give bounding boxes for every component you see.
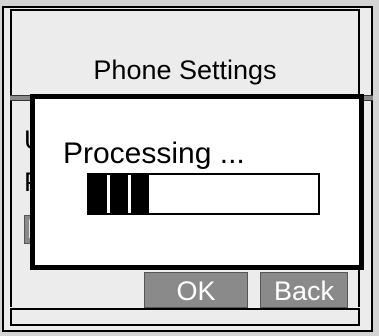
softkey-bar: OK Back [144, 272, 348, 308]
page-title: Phone Settings [93, 55, 277, 85]
bottom-strip [10, 308, 360, 326]
progress-segment [110, 175, 131, 213]
progress-fill [89, 175, 149, 213]
ok-button[interactable]: OK [144, 272, 248, 308]
progress-segment [89, 175, 110, 213]
back-button[interactable]: Back [260, 272, 348, 308]
dialog-message: Processing ... [63, 137, 245, 170]
processing-dialog: Processing ... [30, 94, 364, 270]
progress-bar [87, 173, 320, 215]
progress-segment [131, 175, 149, 213]
title-bar: Phone Settings [10, 9, 360, 97]
